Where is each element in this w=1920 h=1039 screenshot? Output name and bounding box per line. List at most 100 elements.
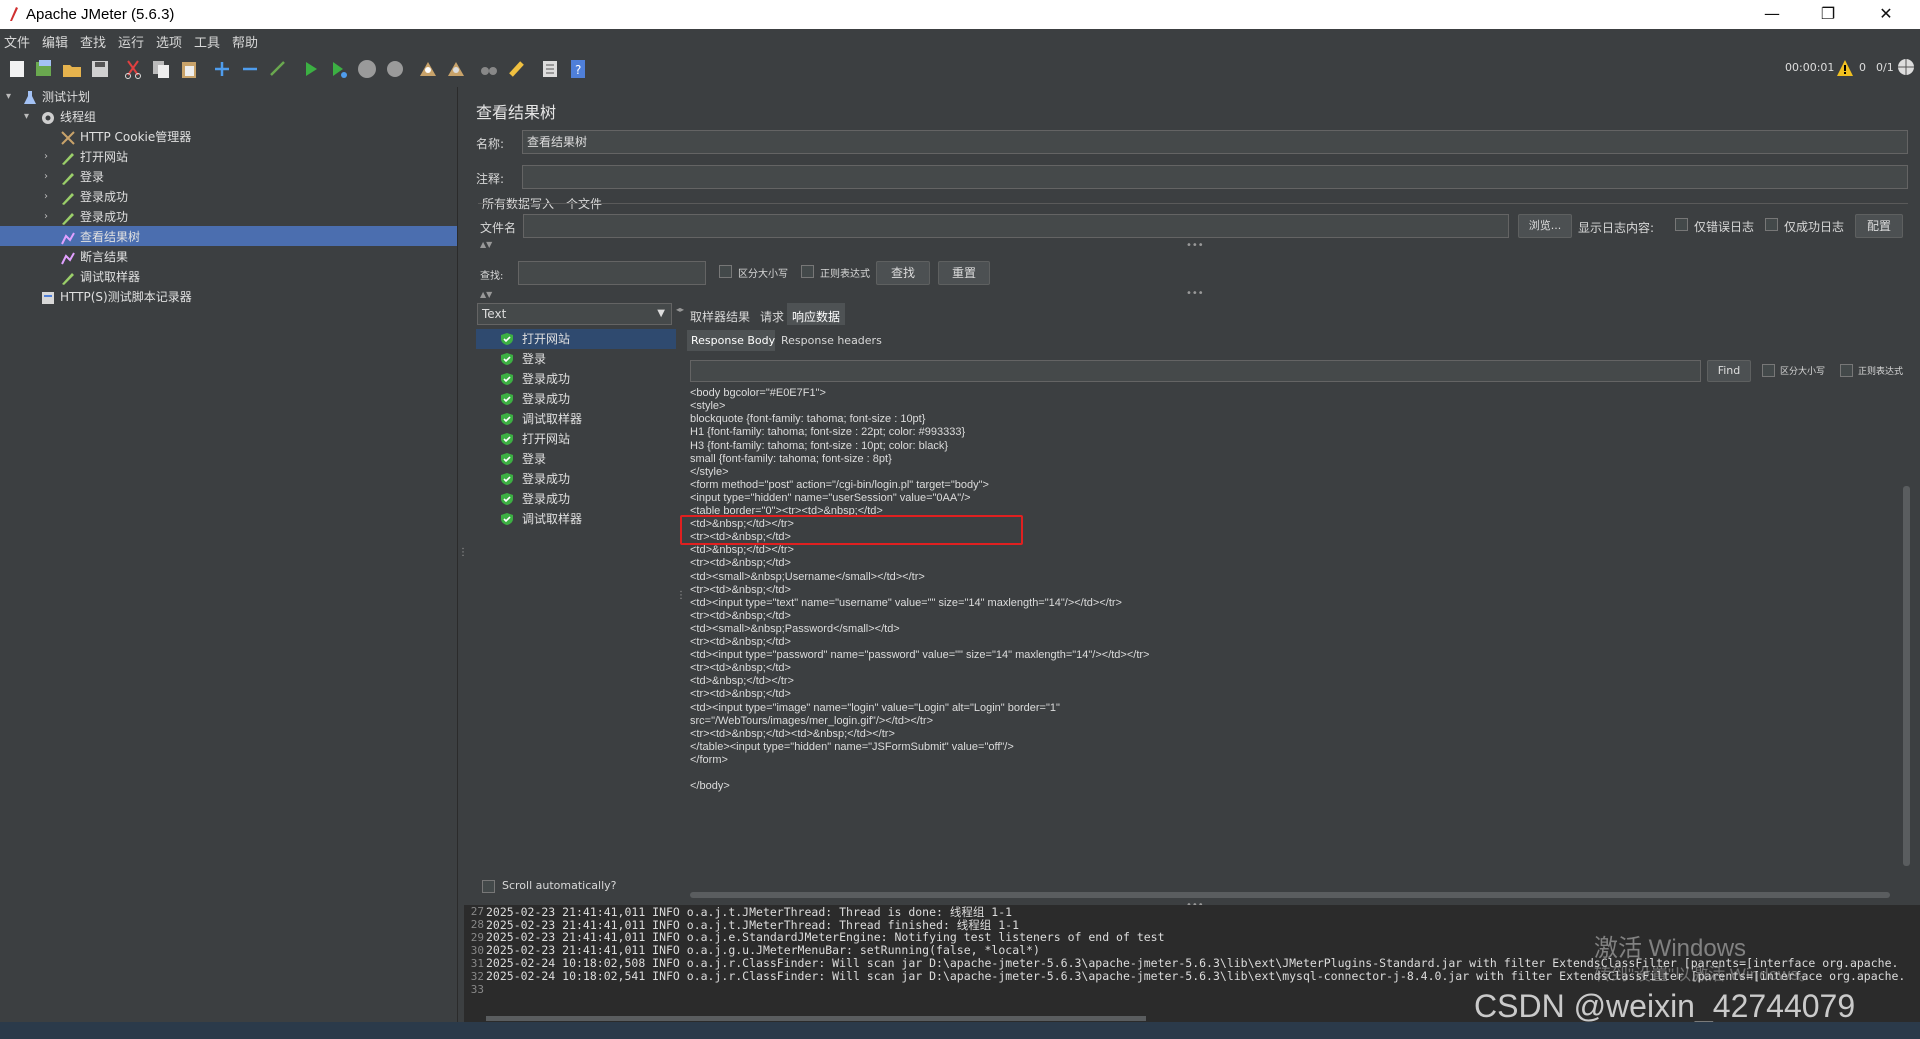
subtab-response-headers[interactable]: Response headers (781, 334, 882, 347)
paste-icon[interactable] (178, 58, 200, 80)
collapse-icon[interactable] (239, 58, 261, 80)
remote-globe-icon[interactable] (1896, 57, 1916, 77)
menu-search[interactable]: 查找 (80, 32, 106, 51)
horizontal-scrollbar[interactable] (690, 892, 1890, 898)
start-no-pause-icon[interactable] (328, 58, 350, 80)
tree-node-recorder[interactable]: HTTP(S)测试脚本记录器 (40, 287, 192, 307)
tree-toggle-login-success-2[interactable]: › (44, 211, 48, 222)
find-regex-checkbox[interactable] (1840, 364, 1853, 377)
stop-icon[interactable] (356, 58, 378, 80)
start-icon[interactable] (300, 58, 322, 80)
tree-node-thread-group[interactable]: 线程组 (40, 107, 96, 127)
sample-result-item[interactable]: 调试取样器 (501, 409, 582, 429)
restore-button[interactable]: ❐ (1800, 0, 1856, 29)
scroll-auto-checkbox[interactable] (482, 880, 495, 893)
renderer-select[interactable]: Text ▼ (477, 303, 672, 325)
open-icon[interactable] (61, 58, 83, 80)
function-helper-icon[interactable] (539, 58, 561, 80)
tree-toggle-root[interactable]: ▾ (6, 91, 11, 102)
splitter-arrows[interactable]: ▲▼ (480, 240, 492, 249)
splitter-grip-2[interactable]: ••• (1186, 288, 1204, 299)
help-icon[interactable]: ? (567, 58, 589, 80)
name-input[interactable]: 查看结果树 (522, 130, 1908, 154)
comment-input[interactable] (522, 165, 1908, 189)
shutdown-icon[interactable] (384, 58, 406, 80)
close-button[interactable]: ✕ (1858, 0, 1914, 29)
splitter-arrows-2[interactable]: ▲▼ (480, 290, 492, 299)
splitter-grip[interactable]: ••• (1186, 240, 1204, 251)
tree-node-view-results-tree[interactable]: 查看结果树 (60, 227, 140, 247)
sample-result-item[interactable]: 登录成功 (501, 469, 570, 489)
search-input[interactable] (518, 261, 706, 285)
log-line-number: 28 (470, 918, 484, 931)
save-icon[interactable] (89, 58, 111, 80)
sample-result-list: 打开网站 登录 登录成功 登录成功 调试取样器 打开网站 登录 登录成功 登录成功 调试取样器 (476, 327, 676, 897)
sample-result-item[interactable]: 登录成功 (501, 369, 570, 389)
tree-node-cookie-manager[interactable]: HTTP Cookie管理器 (60, 127, 191, 147)
tree-node-login-success-2[interactable]: 登录成功 (60, 207, 128, 227)
tab-response-data[interactable]: 响应数据 (792, 308, 840, 325)
vertical-splitter-grip[interactable]: ⋮ (676, 590, 686, 601)
tree-toggle-login-success-1[interactable]: › (44, 191, 48, 202)
menu-help[interactable]: 帮助 (232, 32, 258, 51)
minimize-button[interactable]: — (1744, 0, 1800, 29)
tree-node-test-plan[interactable]: 测试计划 (22, 87, 90, 107)
status-bar (0, 1022, 1920, 1039)
cut-icon[interactable] (122, 58, 144, 80)
tree-toggle-login[interactable]: › (44, 171, 48, 182)
warning-icon[interactable] (1836, 59, 1854, 77)
menu-file[interactable]: 文件 (4, 32, 30, 51)
sample-result-item[interactable]: 登录成功 (501, 389, 570, 409)
sample-result-item[interactable]: 打开网站 (501, 329, 570, 349)
find-button[interactable]: Find (1707, 360, 1751, 382)
configure-button[interactable]: 配置 (1855, 214, 1903, 238)
tab-request[interactable]: 请求 (760, 308, 784, 325)
tree-node-label: HTTP(S)测试脚本记录器 (60, 290, 192, 304)
sample-result-item[interactable]: 登录成功 (501, 489, 570, 509)
sampler-pen-icon (62, 152, 74, 165)
split-divider[interactable]: ⋮ (457, 87, 468, 1022)
templates-icon[interactable] (33, 58, 55, 80)
tree-node-login[interactable]: 登录 (60, 167, 104, 187)
tree-node-login-success-1[interactable]: 登录成功 (60, 187, 128, 207)
sample-result-item[interactable]: 调试取样器 (501, 509, 582, 529)
log-horizontal-scrollbar[interactable] (486, 1016, 1146, 1021)
response-body-text[interactable]: </head><body bgcolor="#E0E7F1"><style>bl… (690, 388, 1898, 890)
vertical-scrollbar[interactable] (1903, 486, 1910, 866)
success-only-checkbox[interactable] (1765, 218, 1778, 231)
tree-node-debug-sampler[interactable]: 调试取样器 (60, 267, 140, 287)
sample-result-item[interactable]: 登录 (501, 349, 546, 369)
menu-edit[interactable]: 编辑 (42, 32, 68, 51)
vertical-splitter-arrows[interactable]: ◂▸ (676, 305, 684, 314)
reset-search-icon[interactable] (506, 58, 528, 80)
response-line: </form> (690, 753, 728, 766)
errors-only-checkbox[interactable] (1675, 218, 1688, 231)
tree-toggle-open-site[interactable]: › (44, 151, 48, 162)
menu-run[interactable]: 运行 (118, 32, 144, 51)
menu-options[interactable]: 选项 (156, 32, 182, 51)
menu-tools[interactable]: 工具 (194, 32, 220, 51)
tree-toggle-thread-group[interactable]: ▾ (24, 111, 29, 122)
sample-result-item[interactable]: 登录 (501, 449, 546, 469)
tab-sampler-result[interactable]: 取样器结果 (690, 308, 750, 325)
clear-all-icon[interactable] (445, 58, 467, 80)
tree-node-assertion-results[interactable]: 断言结果 (60, 247, 128, 267)
tree-node-open-site[interactable]: 打开网站 (60, 147, 128, 167)
search-binoculars-icon[interactable] (478, 58, 500, 80)
expand-icon[interactable] (211, 58, 233, 80)
regex-checkbox[interactable] (801, 265, 814, 278)
reset-button[interactable]: 重置 (938, 261, 990, 285)
subtab-response-body[interactable]: Response Body (691, 334, 775, 347)
copy-icon[interactable] (150, 58, 172, 80)
find-input[interactable] (690, 360, 1701, 382)
find-case-checkbox[interactable] (1762, 364, 1775, 377)
filename-input[interactable] (523, 214, 1509, 238)
browse-button[interactable]: 浏览... (1518, 214, 1572, 238)
sample-result-item[interactable]: 打开网站 (501, 429, 570, 449)
tree-node-label: 查看结果树 (80, 230, 141, 244)
toggle-icon[interactable] (267, 58, 289, 80)
case-sensitive-checkbox[interactable] (719, 265, 732, 278)
search-button[interactable]: 查找 (876, 261, 930, 285)
new-icon[interactable] (6, 58, 28, 80)
clear-icon[interactable] (417, 58, 439, 80)
